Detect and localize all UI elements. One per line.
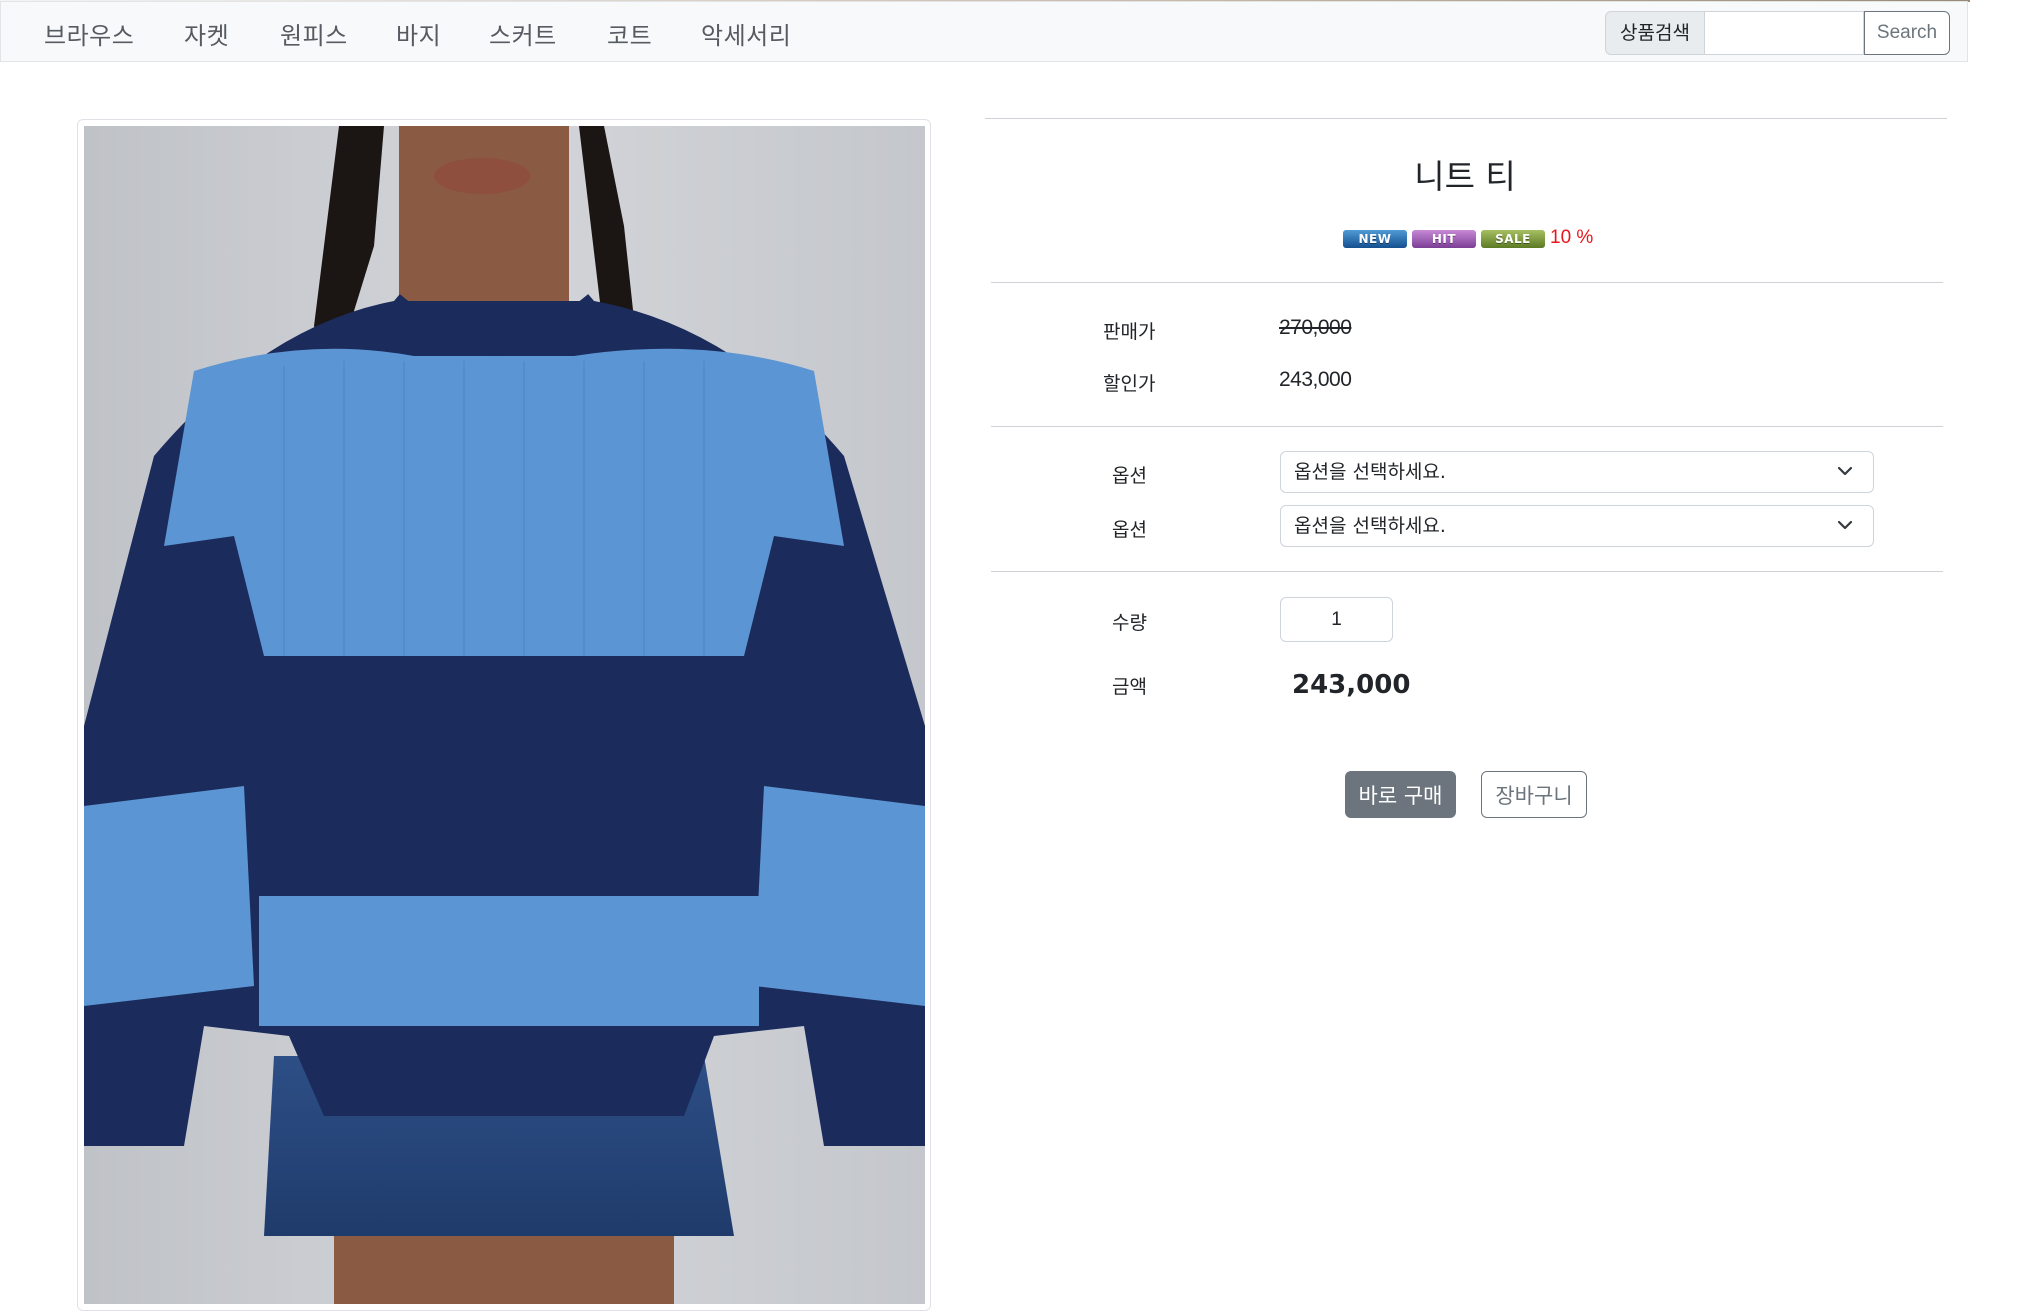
product-title: 니트 티 — [1414, 157, 1516, 196]
quantity-input[interactable]: 1 — [1280, 597, 1393, 642]
nav-item-coat[interactable]: 코트 — [607, 16, 652, 51]
original-price: 270,000 — [1279, 316, 1352, 339]
total-amount: 243,000 — [1292, 670, 1411, 700]
search-label: 상품검색 — [1605, 11, 1704, 55]
nav-item-skirt[interactable]: 스커트 — [489, 16, 557, 51]
sale-price: 243,000 — [1279, 368, 1352, 391]
option-select-2-value: 옵션을 선택하세요. — [1294, 515, 1446, 537]
product-photo[interactable] — [84, 126, 925, 1304]
option-select-1[interactable]: 옵션을 선택하세요. — [1280, 451, 1874, 493]
amount-label: 금액 — [1112, 676, 1147, 698]
price-label: 판매가 — [1103, 321, 1156, 343]
search-button[interactable]: Search — [1864, 11, 1950, 55]
search-input[interactable] — [1704, 11, 1864, 55]
navbar: 브라우스 자켓 원피스 바지 스커트 코트 악세서리 상품검색 Search — [0, 1, 1968, 62]
chevron-down-icon — [1837, 520, 1853, 530]
chevron-down-icon — [1837, 466, 1853, 476]
option-label-1: 옵션 — [1112, 465, 1147, 487]
nav-item-pants[interactable]: 바지 — [396, 16, 441, 51]
nav-item-jacket[interactable]: 자켓 — [184, 16, 229, 51]
nav-item-accessories[interactable]: 악세서리 — [701, 16, 791, 51]
discount-rate: 10 % — [1550, 227, 1594, 248]
divider-options — [991, 426, 1943, 427]
badge-new: NEW — [1343, 230, 1407, 248]
divider-price — [991, 282, 1943, 283]
divider-top — [985, 118, 1947, 119]
divider-quantity — [991, 571, 1943, 572]
badge-sale: SALE — [1481, 230, 1545, 248]
product-photo-illustration — [84, 126, 925, 1304]
quantity-label: 수량 — [1112, 612, 1147, 634]
option-select-1-value: 옵션을 선택하세요. — [1294, 461, 1446, 483]
option-label-2: 옵션 — [1112, 519, 1147, 541]
nav-item-blouse[interactable]: 브라우스 — [44, 16, 134, 51]
buy-now-button[interactable]: 바로 구매 — [1345, 771, 1456, 818]
sale-price-label: 할인가 — [1103, 373, 1156, 395]
badge-hit: HIT — [1412, 230, 1476, 248]
option-select-2[interactable]: 옵션을 선택하세요. — [1280, 505, 1874, 547]
nav-item-onepiece[interactable]: 원피스 — [280, 16, 348, 51]
add-to-cart-button[interactable]: 장바구니 — [1481, 771, 1587, 818]
